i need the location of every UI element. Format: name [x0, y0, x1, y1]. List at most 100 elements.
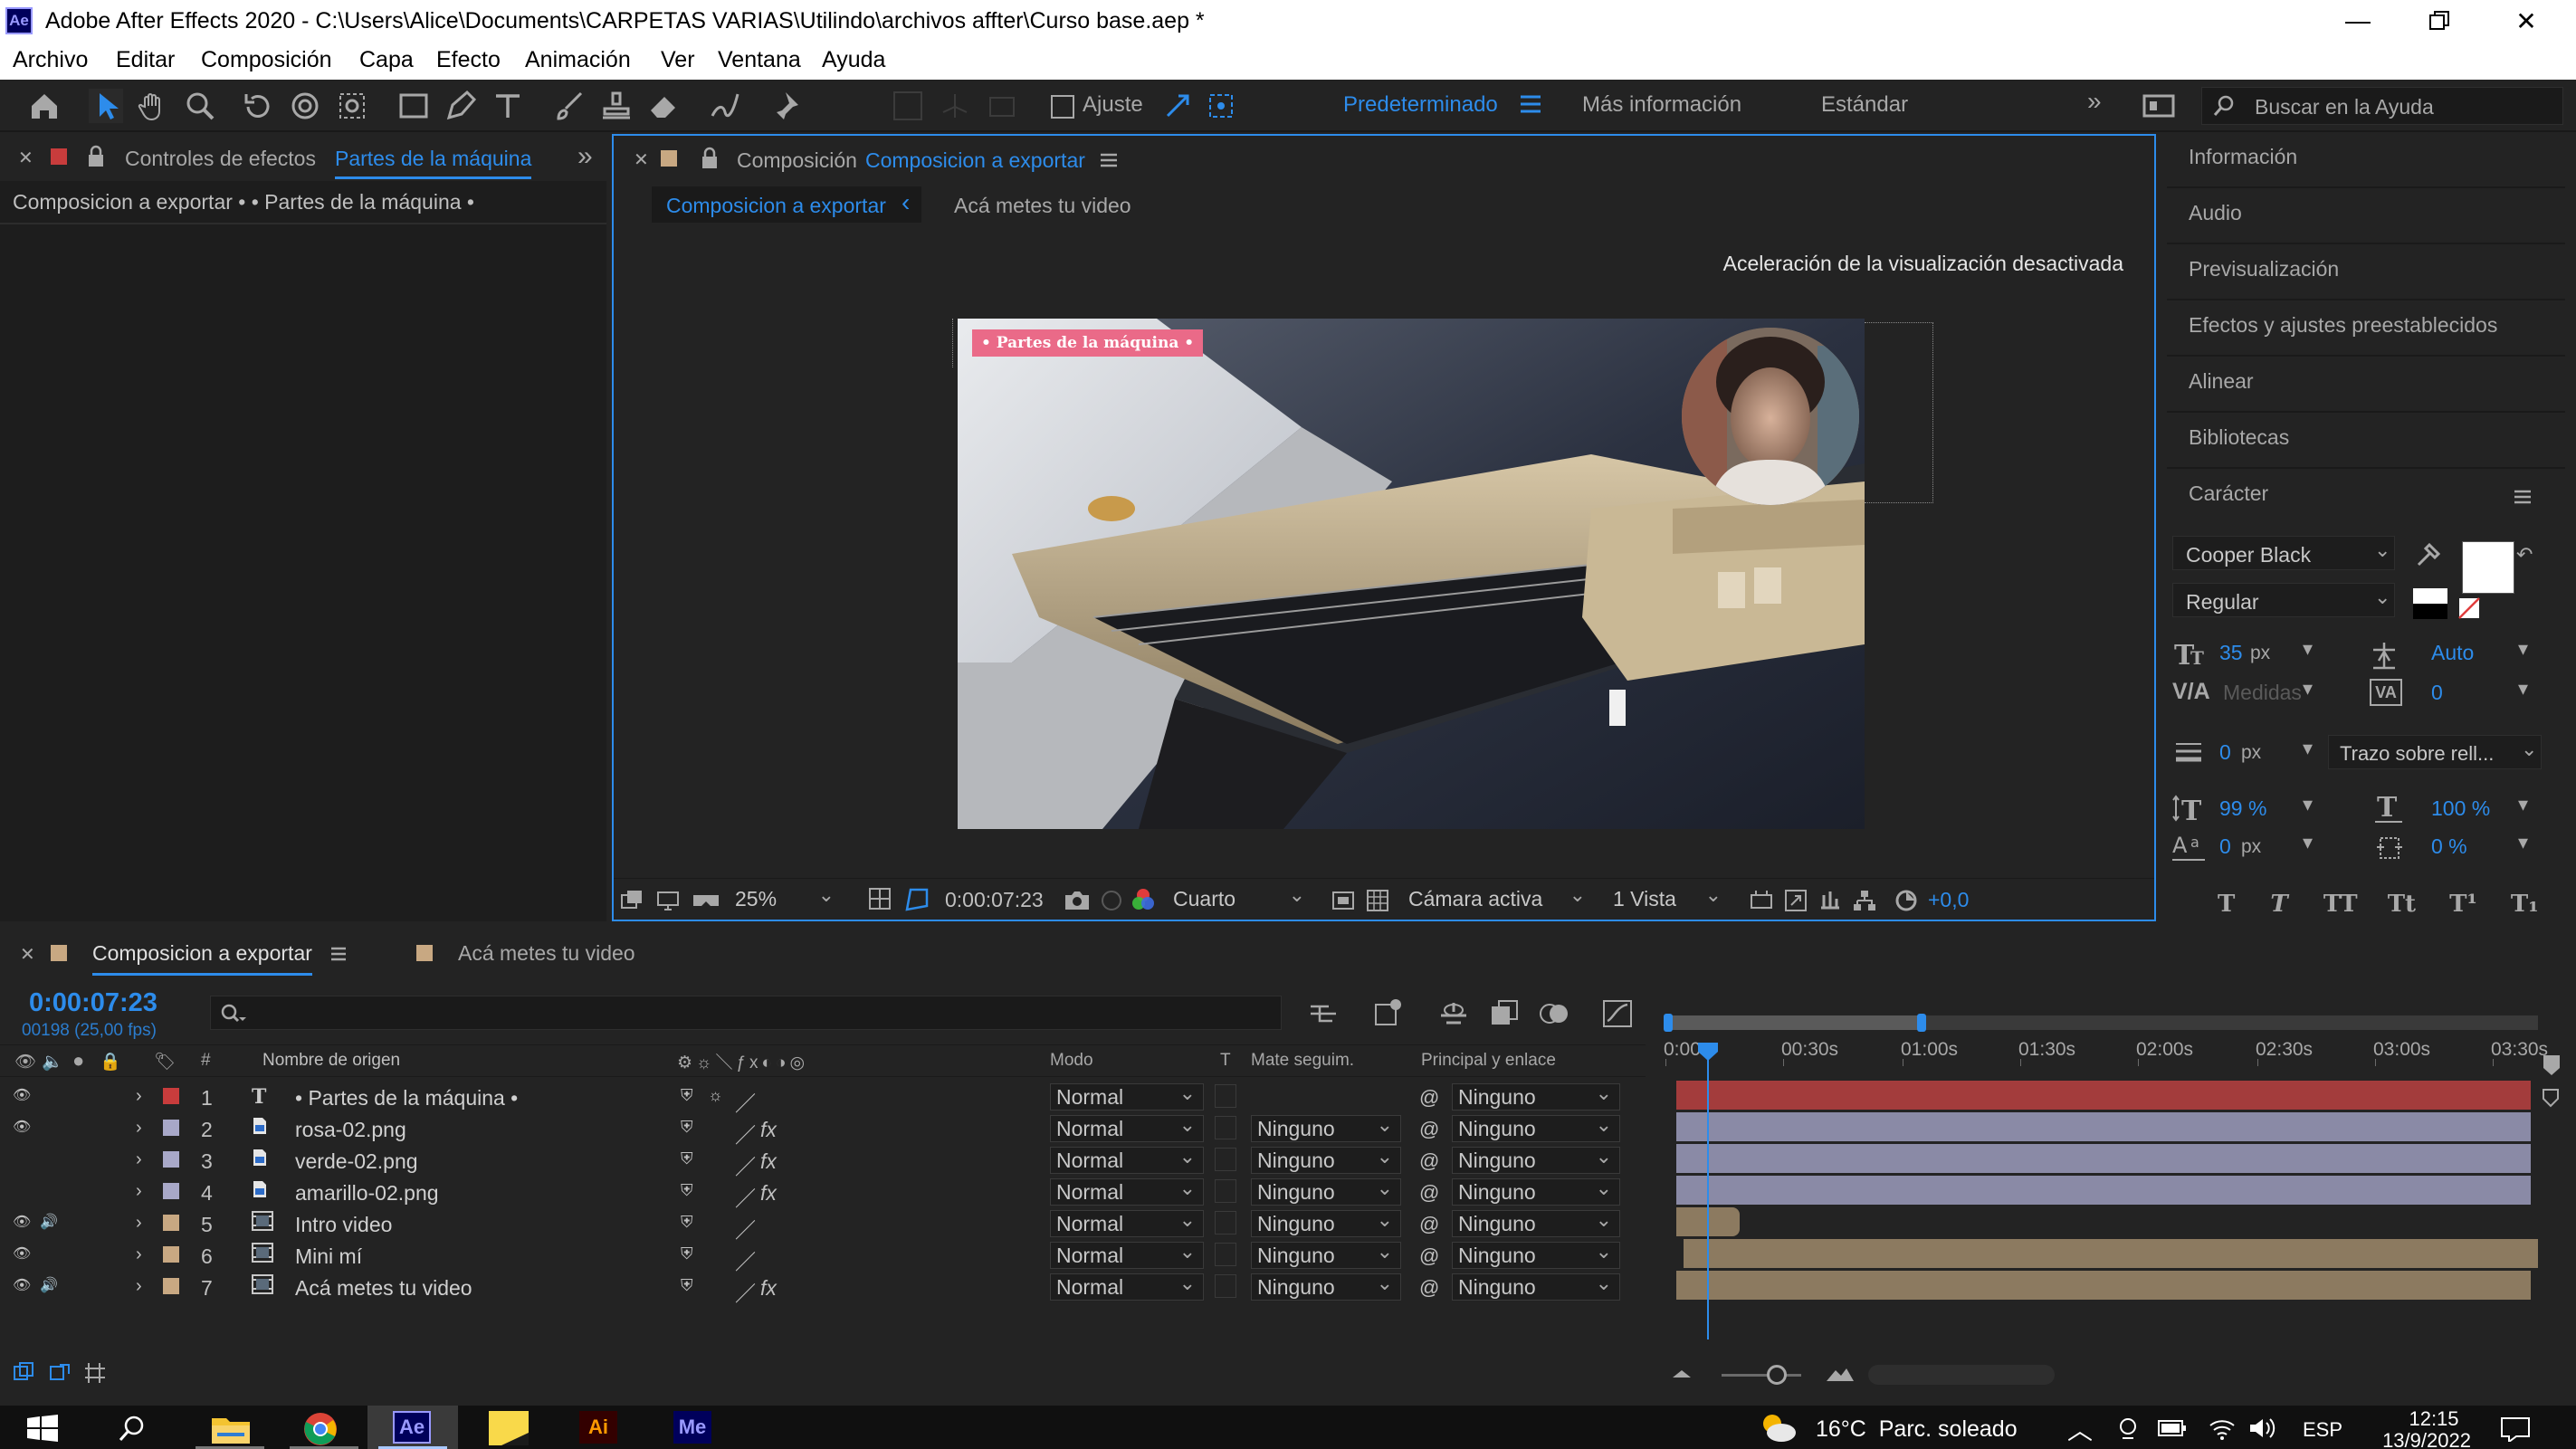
- workspace-layout-icon[interactable]: [2142, 89, 2176, 123]
- type-tool-icon[interactable]: [491, 89, 525, 123]
- comp-flowchart-active[interactable]: Composicion a exportar ‹: [652, 186, 921, 223]
- timeline-zoom-knob[interactable]: [1767, 1365, 1787, 1385]
- panel-informacion[interactable]: Información: [2189, 145, 2297, 169]
- timeline-tab-active[interactable]: Composicion a exportar: [92, 941, 312, 976]
- grid-guides-icon[interactable]: [867, 886, 894, 913]
- preserve-transparency-box[interactable]: [1215, 1084, 1236, 1108]
- mask-visibility-icon[interactable]: [903, 886, 930, 913]
- media-encoder-taskbar-icon[interactable]: Me: [673, 1411, 711, 1444]
- panel-audio[interactable]: Audio: [2189, 201, 2242, 225]
- faux-italic-icon[interactable]: T: [2270, 891, 2287, 918]
- parent-dropdown[interactable]: Ninguno: [1452, 1144, 1620, 1174]
- taskbar-clock-date[interactable]: 13/9/2022: [2368, 1429, 2485, 1449]
- layer-bar-6[interactable]: [1684, 1239, 2538, 1268]
- parent-dropdown[interactable]: Ninguno: [1452, 1271, 1620, 1301]
- visibility-eye-icon[interactable]: 👁: [13, 1086, 31, 1104]
- parent-dropdown[interactable]: Ninguno: [1452, 1239, 1620, 1269]
- font-size-value[interactable]: 35: [2219, 641, 2243, 665]
- timeline-tab-other[interactable]: Acá metes tu video: [458, 941, 635, 966]
- orbit-camera-icon[interactable]: [288, 89, 322, 123]
- reset-exposure-icon[interactable]: [1894, 888, 1919, 913]
- layer-row-3[interactable]: ›3verde-02.png⛨／fxNormalNinguno@Ninguno: [0, 1144, 1629, 1178]
- render-time-toggle-icon[interactable]: [83, 1361, 107, 1385]
- layer-bar-1[interactable]: [1676, 1081, 2531, 1110]
- hand-tool-icon[interactable]: [136, 89, 170, 123]
- comp-panel-menu-icon[interactable]: [1099, 150, 1119, 170]
- parent-dropdown[interactable]: Ninguno: [1452, 1081, 1620, 1111]
- resolution-dropdown[interactable]: Cuarto: [1168, 882, 1312, 913]
- zoom-in-mountain-icon[interactable]: [1825, 1365, 1856, 1383]
- shy-switch-icon[interactable]: ⛨: [681, 1244, 693, 1263]
- blend-mode-dropdown[interactable]: Normal: [1050, 1239, 1204, 1269]
- volume-icon[interactable]: [2248, 1416, 2275, 1440]
- file-explorer-icon[interactable]: [210, 1413, 252, 1445]
- preserve-transparency-box[interactable]: [1215, 1274, 1236, 1298]
- taskbar-search-icon[interactable]: [118, 1415, 145, 1442]
- workspace-mas-informacion[interactable]: Más información: [1582, 92, 1741, 118]
- expand-chevron-icon[interactable]: ›: [136, 1149, 142, 1170]
- layer-label-color[interactable]: [163, 1278, 179, 1294]
- effect-fx-icon[interactable]: fx: [760, 1181, 777, 1206]
- layer-source-name[interactable]: Acá metes tu video: [295, 1276, 472, 1301]
- snap-edges-icon[interactable]: [1160, 89, 1195, 123]
- track-matte-dropdown[interactable]: Ninguno: [1251, 1239, 1401, 1269]
- timeline-search-input[interactable]: [210, 996, 1282, 1030]
- zoom-tool-icon[interactable]: [183, 89, 217, 123]
- zoom-out-mountain-icon[interactable]: [1671, 1368, 1693, 1379]
- layer-label-color[interactable]: [163, 1246, 179, 1263]
- fast-previews-icon[interactable]: [1783, 888, 1808, 913]
- small-caps-icon[interactable]: Tt: [2388, 891, 2416, 918]
- pen-tool-icon[interactable]: [444, 89, 478, 123]
- input-language[interactable]: ESP: [2303, 1418, 2342, 1442]
- switches-header-icons[interactable]: ⚙☼＼ƒx◐◑◎: [677, 1049, 808, 1073]
- superscript-icon[interactable]: T¹: [2449, 891, 2477, 918]
- eraser-icon[interactable]: [646, 89, 681, 123]
- layer-source-name[interactable]: rosa-02.png: [295, 1118, 406, 1142]
- playhead-line[interactable]: [1707, 1053, 1709, 1339]
- webcam-tray-icon[interactable]: [2116, 1416, 2140, 1440]
- preserve-transparency-box[interactable]: [1215, 1243, 1236, 1266]
- weather-partly-sunny-icon[interactable]: [1756, 1411, 1798, 1444]
- close-window-button[interactable]: ✕: [2485, 0, 2567, 42]
- menu-editar[interactable]: Editar: [116, 47, 175, 73]
- shy-switch-icon[interactable]: ⛨: [681, 1276, 693, 1295]
- preserve-transparency-box[interactable]: [1215, 1211, 1236, 1235]
- layer-row-4[interactable]: ›4amarillo-02.png⛨／fxNormalNinguno@Ningu…: [0, 1176, 1629, 1210]
- time-ruler[interactable]: 0:00s 00:30s 01:00s 01:30s 02:00s 02:30s 03:00…: [1664, 1032, 2548, 1066]
- sticky-notes-icon[interactable]: [489, 1411, 529, 1445]
- audio-speaker-icon[interactable]: 🔊: [40, 1276, 58, 1294]
- magnification-dropdown[interactable]: 25%: [730, 882, 842, 913]
- snap-features-icon[interactable]: [1204, 89, 1238, 123]
- lock-icon[interactable]: [87, 145, 105, 168]
- audio-speaker-icon[interactable]: 🔊: [40, 1213, 58, 1231]
- shy-switch-icon[interactable]: ⛨: [681, 1118, 693, 1137]
- pick-whip-icon[interactable]: @: [1419, 1276, 1439, 1300]
- swap-colors-icon[interactable]: ↶: [2516, 543, 2533, 567]
- flowchart-icon[interactable]: [1852, 888, 1877, 913]
- layer-bar-4[interactable]: [1676, 1176, 2531, 1205]
- snapshot-camera-icon[interactable]: [1063, 888, 1092, 913]
- layer-row-2[interactable]: 👁›2rosa-02.png⛨／fxNormalNinguno@Ninguno: [0, 1112, 1629, 1147]
- pick-whip-icon[interactable]: @: [1419, 1181, 1439, 1205]
- motion-blur-icon[interactable]: [1539, 999, 1571, 1028]
- illustrator-taskbar-icon[interactable]: Ai: [579, 1411, 617, 1444]
- column-trackmatte-t-header[interactable]: T: [1220, 1051, 1231, 1071]
- battery-icon[interactable]: [2158, 1418, 2187, 1438]
- layer-switches-toggle-icon[interactable]: [13, 1361, 36, 1385]
- vr-goggles-icon[interactable]: [692, 888, 720, 913]
- menu-efecto[interactable]: Efecto: [436, 47, 501, 73]
- wifi-icon[interactable]: [2209, 1416, 2236, 1440]
- taskbar-clock-time[interactable]: 12:15: [2397, 1407, 2471, 1431]
- menu-animacion[interactable]: Animación: [525, 47, 631, 73]
- comp-lock-icon[interactable]: [701, 147, 719, 170]
- stroke-width-dropdown-icon[interactable]: ▾: [2303, 737, 2313, 760]
- preserve-transparency-box[interactable]: [1215, 1179, 1236, 1203]
- composition-frame[interactable]: • Partes de la máquina •: [958, 319, 1865, 829]
- chrome-icon[interactable]: [302, 1411, 339, 1447]
- track-matte-dropdown[interactable]: Ninguno: [1251, 1271, 1401, 1301]
- blend-mode-dropdown[interactable]: Normal: [1050, 1207, 1204, 1237]
- maximize-button[interactable]: [2399, 0, 2480, 42]
- no-color-icon[interactable]: [2458, 597, 2480, 619]
- visibility-eye-icon[interactable]: 👁: [13, 1276, 31, 1294]
- column-matte-header[interactable]: Mate seguim.: [1251, 1051, 1354, 1071]
